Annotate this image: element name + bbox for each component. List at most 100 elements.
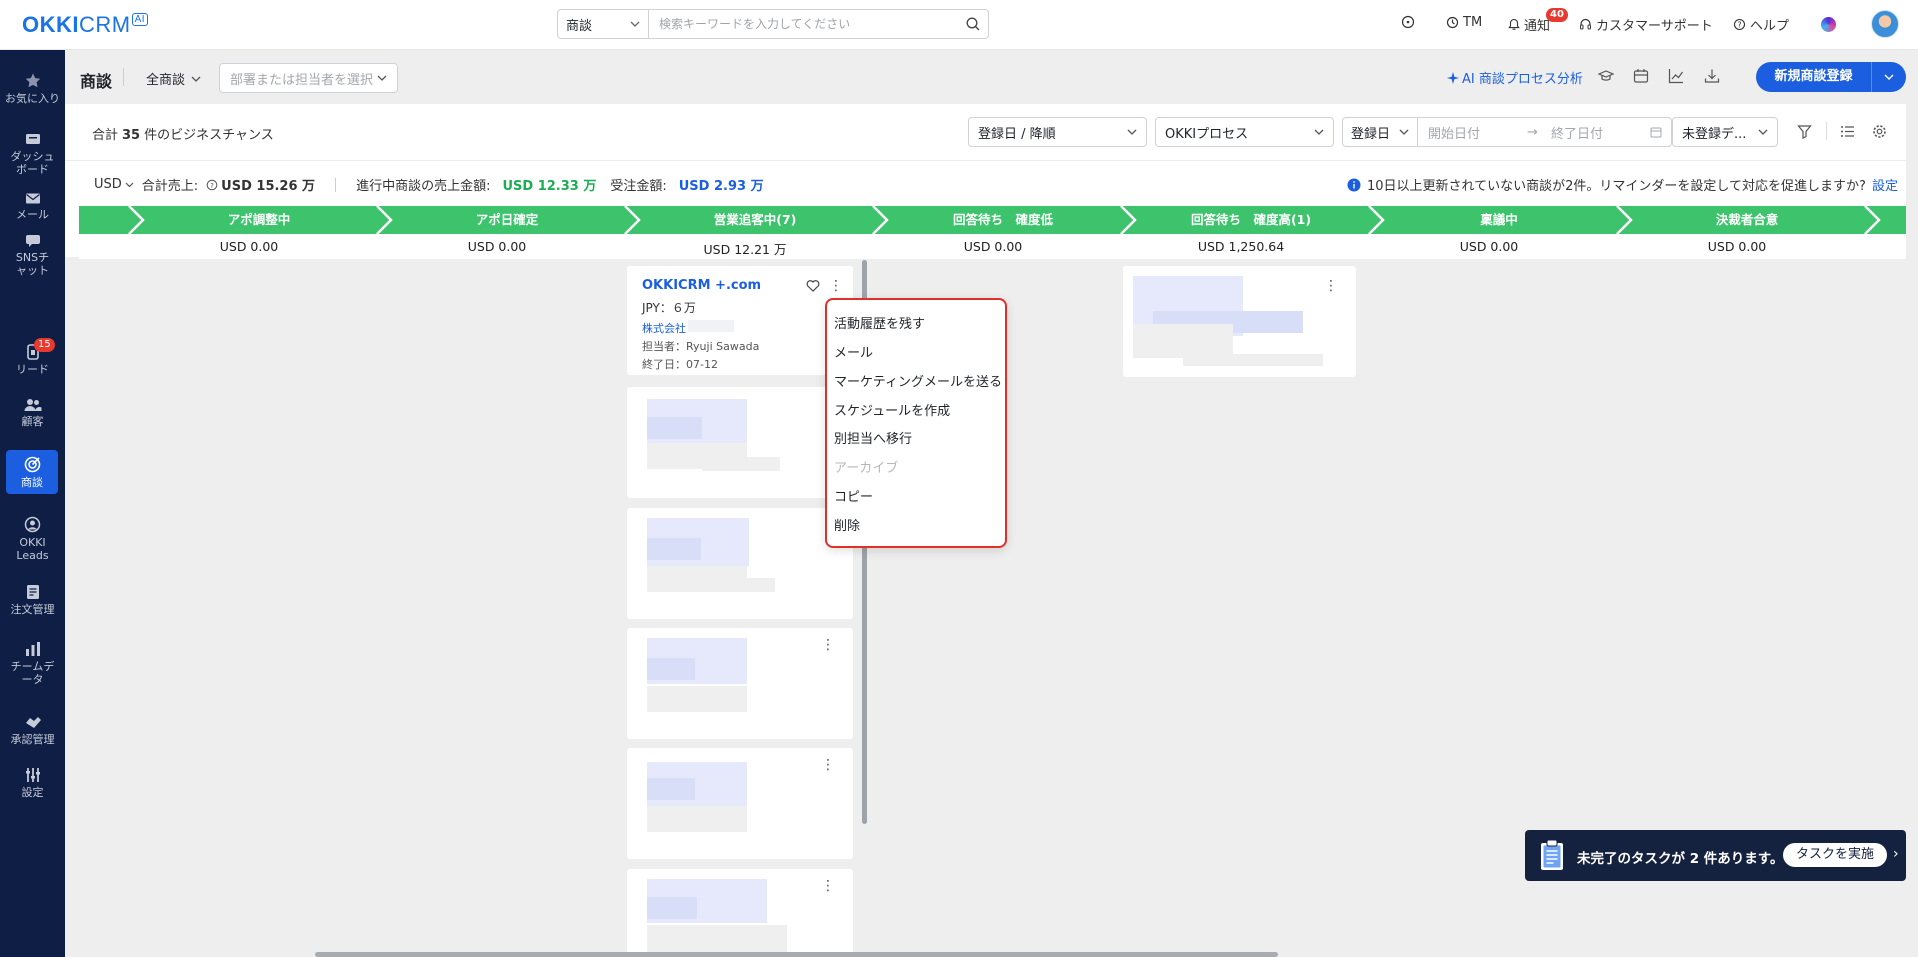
deal-card-more-icon[interactable]: ⋮: [821, 879, 835, 893]
mail-icon: [25, 193, 40, 204]
sidebar-item-team-data[interactable]: チームデータ: [0, 641, 65, 686]
add-circle-icon[interactable]: [1401, 15, 1415, 29]
menu-item-copy[interactable]: コピー: [834, 486, 873, 505]
menu-item-create-schedule[interactable]: スケジュールを作成: [834, 400, 950, 419]
department-select[interactable]: 部署または担当者を選択: [219, 63, 398, 93]
stage-amount: USD 0.00: [963, 239, 1023, 254]
chevron-right-icon[interactable]: ›: [1893, 846, 1899, 862]
deal-card-more-icon[interactable]: ⋮: [821, 638, 835, 652]
date-field-select[interactable]: 登録日: [1343, 118, 1418, 146]
stage-sales-following[interactable]: 営業追客中(7): [631, 206, 879, 234]
search-type-select[interactable]: 商談: [558, 10, 649, 38]
sidebar: お気に入り ダッシュボード メール SNSチャット リード 15 顧客 商談 O…: [0, 50, 65, 957]
stage-amount: USD 0.00: [1707, 239, 1767, 254]
gear-icon[interactable]: [1872, 124, 1887, 139]
divider: [1826, 122, 1827, 140]
trend-chart-icon[interactable]: [1668, 68, 1684, 84]
new-deal-button[interactable]: 新規商談登録: [1756, 62, 1906, 92]
help-circle-icon: ?: [1733, 18, 1746, 31]
sidebar-item-deals[interactable]: 商談: [6, 450, 58, 494]
sparkle-icon: [1447, 71, 1459, 84]
end-date-input[interactable]: 終了日付: [1551, 123, 1650, 142]
stage-decision-agreed[interactable]: 決裁者合意: [1623, 206, 1871, 234]
deal-card-blurred[interactable]: ⋮: [627, 748, 853, 859]
search-icon[interactable]: [958, 10, 988, 38]
stage-waiting-low[interactable]: 回答待ち 確度低: [879, 206, 1127, 234]
info-icon: [1347, 178, 1361, 191]
deal-card-title[interactable]: OKKICRM +.com: [642, 278, 761, 293]
user-avatar[interactable]: [1871, 10, 1899, 38]
stage-appointment-confirmed[interactable]: アポ日確定: [383, 206, 631, 234]
sidebar-item-leads[interactable]: リード 15: [0, 338, 65, 376]
ai-process-analysis-link[interactable]: AI 商談プロセス分析: [1447, 68, 1583, 87]
deal-card-company[interactable]: 株式会社: [642, 320, 686, 336]
notification-count-badge: 40: [1546, 8, 1568, 22]
sidebar-item-mail[interactable]: メール: [0, 192, 65, 221]
sidebar-item-approval[interactable]: 承認管理: [0, 714, 65, 746]
deal-card-blurred[interactable]: [627, 387, 853, 498]
stage-amount: USD 0.00: [467, 239, 527, 254]
deal-card-blurred[interactable]: ⋮: [627, 628, 853, 739]
menu-item-archive: アーカイブ: [834, 461, 899, 476]
menu-item-delete[interactable]: 削除: [834, 515, 860, 534]
sidebar-item-sns-chat[interactable]: SNSチャット: [0, 234, 65, 277]
approval-icon: [25, 717, 41, 728]
tm-button[interactable]: TM: [1446, 15, 1482, 30]
deal-card-blurred[interactable]: ⋮: [627, 869, 853, 957]
filter-icon[interactable]: [1797, 124, 1812, 139]
ai-assistant-icon[interactable]: [1821, 17, 1836, 32]
in-progress-sales-value: USD 12.33 万: [502, 179, 597, 194]
stage-waiting-high[interactable]: 回答待ち 確度高(1): [1127, 206, 1375, 234]
unregistered-select[interactable]: 未登録デ...: [1672, 117, 1778, 147]
sidebar-item-settings[interactable]: 設定: [0, 767, 65, 799]
deal-card-more-icon[interactable]: ⋮: [1324, 279, 1338, 293]
svg-text:?: ?: [210, 181, 214, 189]
process-select[interactable]: OKKIプロセス: [1155, 117, 1334, 147]
list-view-icon[interactable]: [1840, 124, 1855, 139]
won-sales-value: USD 2.93 万: [678, 179, 764, 194]
deal-card-more-icon[interactable]: ⋮: [821, 758, 835, 772]
help-circle-icon[interactable]: ?: [206, 179, 218, 191]
support-link[interactable]: カスタマーサポート: [1579, 15, 1713, 34]
graduation-cap-icon[interactable]: [1598, 68, 1614, 84]
calendar-icon[interactable]: [1633, 68, 1649, 84]
page-title: 商談: [80, 72, 113, 91]
deal-card-blurred[interactable]: ⋮: [1123, 266, 1356, 377]
heart-icon[interactable]: [806, 279, 820, 292]
download-icon[interactable]: [1704, 68, 1720, 84]
app-logo[interactable]: OKKICRM AI: [22, 12, 149, 38]
scope-dropdown[interactable]: 全商談: [146, 69, 201, 88]
sort-select[interactable]: 登録日 / 降順: [968, 117, 1147, 147]
sidebar-item-orders[interactable]: 注文管理: [0, 584, 65, 616]
do-task-button[interactable]: タスクを実施: [1783, 843, 1887, 867]
stale-deal-notice: 10日以上更新されていない商談が2件。リマインダーを設定して対応を促進しますか?…: [1347, 175, 1898, 194]
search-input[interactable]: [649, 10, 958, 38]
menu-item-mail[interactable]: メール: [834, 342, 873, 361]
help-link[interactable]: ? ヘルプ: [1733, 15, 1789, 34]
stage-approval[interactable]: 稟議中: [1375, 206, 1623, 234]
stage-appointment-adjusting[interactable]: アポ調整中: [135, 206, 383, 234]
sidebar-item-favorites[interactable]: お気に入り: [0, 72, 65, 105]
deal-card-owner: 担当者：Ryuji Sawada: [642, 340, 760, 353]
deal-card-more-icon[interactable]: ⋮: [829, 279, 1900, 293]
deal-card-blurred[interactable]: [627, 508, 853, 619]
menu-item-log-activity[interactable]: 活動履歴を残す: [834, 313, 925, 332]
svg-text:?: ?: [1737, 21, 1741, 30]
start-date-input[interactable]: 開始日付: [1418, 123, 1527, 142]
menu-item-marketing-mail[interactable]: マーケティングメールを送る: [834, 371, 1002, 390]
menu-item-transfer[interactable]: 別担当へ移行: [834, 428, 912, 447]
stage-amount: USD 0.00: [219, 239, 279, 254]
date-range-filter: 登録日 開始日付 → 終了日付: [1342, 117, 1672, 147]
calendar-icon[interactable]: [1650, 126, 1662, 138]
sidebar-item-dashboard[interactable]: ダッシュボード: [0, 133, 65, 176]
reminder-settings-link[interactable]: 設定: [1872, 175, 1898, 194]
board-horizontal-scrollbar[interactable]: [315, 952, 1278, 957]
sidebar-item-okki-leads[interactable]: OKKI Leads: [0, 516, 65, 562]
notification-button[interactable]: 通知 40: [1508, 8, 1568, 34]
tm-label: TM: [1463, 15, 1483, 30]
chevron-down-icon: [1758, 129, 1768, 135]
stage-amount: USD 12.21 万: [703, 242, 787, 257]
sidebar-item-customers[interactable]: 顧客: [0, 398, 65, 428]
new-deal-dropdown-button[interactable]: [1872, 74, 1906, 80]
currency-select[interactable]: USD: [94, 177, 122, 192]
